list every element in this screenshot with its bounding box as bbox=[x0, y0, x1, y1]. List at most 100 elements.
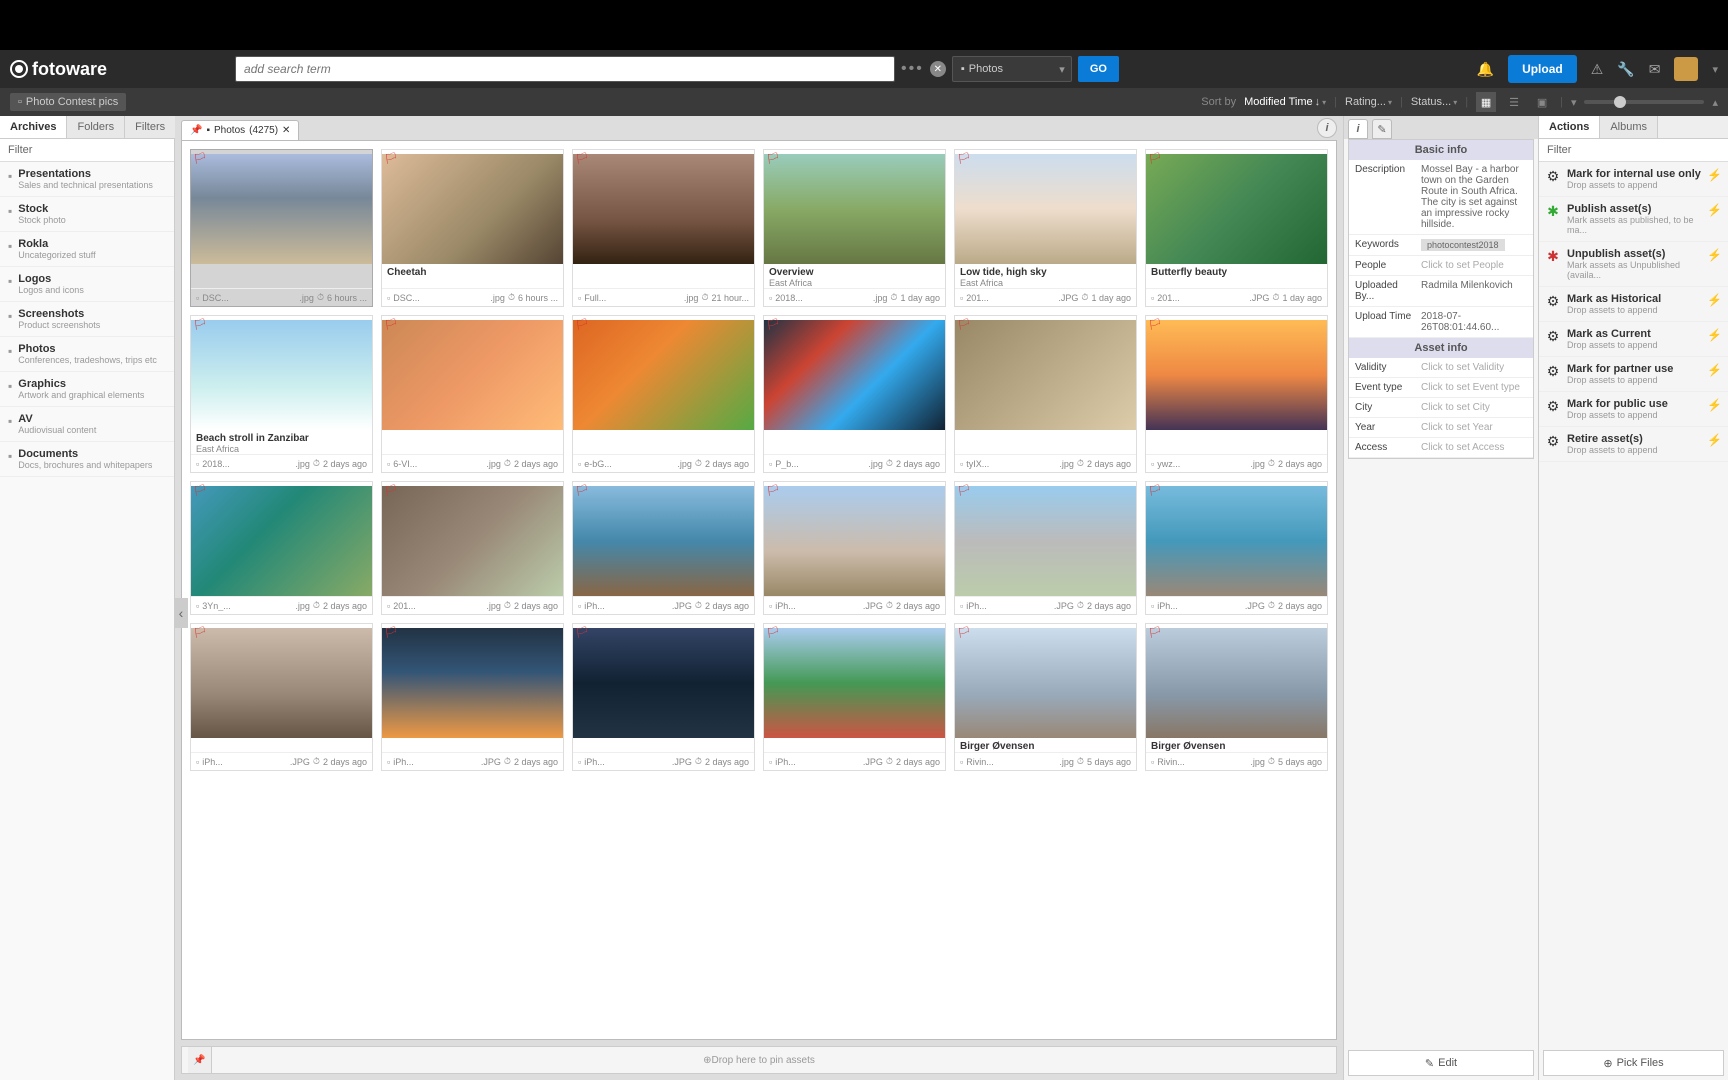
zoom-in-icon[interactable]: ▴ bbox=[1712, 96, 1718, 109]
info-tab-icon[interactable]: i bbox=[1348, 119, 1368, 139]
pin-dropzone[interactable]: 📌 ⊕ Drop here to pin assets bbox=[181, 1046, 1337, 1074]
asset-card[interactable]: 🏳Birger Øvensen▫Rivin....jpg⏱5 days ago bbox=[954, 623, 1137, 771]
help-icon[interactable]: i bbox=[1317, 118, 1337, 138]
clear-search-icon[interactable]: ✕ bbox=[930, 61, 946, 77]
zoom-out-icon[interactable]: ▾ bbox=[1571, 96, 1577, 109]
bolt-icon[interactable]: ⚡ bbox=[1707, 363, 1722, 377]
flag-icon[interactable]: 🏳 bbox=[384, 318, 400, 334]
inbox-icon[interactable]: ✉ bbox=[1649, 61, 1661, 78]
center-tab[interactable]: 📌 ▪ Photos (4275) ✕ bbox=[181, 120, 299, 140]
asset-card[interactable]: 🏳▫201....jpg⏱2 days ago bbox=[381, 481, 564, 615]
asset-card[interactable]: 🏳▫iPh....JPG⏱2 days ago bbox=[190, 623, 373, 771]
large-view-icon[interactable]: ▣ bbox=[1532, 92, 1552, 112]
archive-item[interactable]: ▪StockStock photo bbox=[0, 197, 174, 232]
asset-card[interactable]: 🏳▫iPh....JPG⏱2 days ago bbox=[381, 623, 564, 771]
edit-tab-icon[interactable]: ✎ bbox=[1372, 119, 1392, 139]
filter-input[interactable]: Filter bbox=[0, 139, 174, 162]
flag-icon[interactable]: 🏳 bbox=[575, 318, 591, 334]
wrench-icon[interactable]: 🔧 bbox=[1617, 61, 1634, 78]
flag-icon[interactable]: 🏳 bbox=[193, 318, 209, 334]
bolt-icon[interactable]: ⚡ bbox=[1707, 203, 1722, 217]
alert-icon[interactable]: ⚠ bbox=[1591, 61, 1604, 78]
upload-button[interactable]: Upload bbox=[1508, 55, 1577, 83]
asset-card[interactable]: 🏳▫iPh....JPG⏱2 days ago bbox=[954, 481, 1137, 615]
sort-dropdown[interactable]: Modified Time↓ bbox=[1244, 96, 1326, 108]
flag-icon[interactable]: 🏳 bbox=[384, 152, 400, 168]
bolt-icon[interactable]: ⚡ bbox=[1707, 248, 1722, 262]
asset-card[interactable]: 🏳▫3Yn_....jpg⏱2 days ago bbox=[190, 481, 373, 615]
archive-item[interactable]: ▪AVAudiovisual content bbox=[0, 407, 174, 442]
edit-button[interactable]: ✎ Edit bbox=[1348, 1050, 1534, 1076]
asset-card[interactable]: 🏳▫iPh....JPG⏱2 days ago bbox=[763, 481, 946, 615]
action-item[interactable]: ✱Publish asset(s)Mark assets as publishe… bbox=[1539, 197, 1728, 242]
event-row[interactable]: Event typeClick to set Event type bbox=[1349, 378, 1533, 398]
flag-icon[interactable]: 🏳 bbox=[957, 318, 973, 334]
year-row[interactable]: YearClick to set Year bbox=[1349, 418, 1533, 438]
flag-icon[interactable]: 🏳 bbox=[766, 318, 782, 334]
asset-card[interactable]: 🏳▫iPh....JPG⏱2 days ago bbox=[572, 623, 755, 771]
tab-folders[interactable]: Folders bbox=[67, 116, 125, 138]
asset-card[interactable]: 🏳Beach stroll in ZanzibarEast Africa▫201… bbox=[190, 315, 373, 473]
flag-icon[interactable]: 🏳 bbox=[575, 484, 591, 500]
archive-item[interactable]: ▪LogosLogos and icons bbox=[0, 267, 174, 302]
avatar-chevron-icon[interactable]: ▾ bbox=[1712, 63, 1718, 76]
asset-card[interactable]: 🏳Butterfly beauty▫201....JPG⏱1 day ago bbox=[1145, 149, 1328, 307]
archive-item[interactable]: ▪ScreenshotsProduct screenshots bbox=[0, 302, 174, 337]
flag-icon[interactable]: 🏳 bbox=[957, 626, 973, 642]
people-row[interactable]: People Click to set People bbox=[1349, 256, 1533, 276]
search-input[interactable] bbox=[235, 56, 895, 82]
asset-card[interactable]: 🏳▫Full....jpg⏱21 hour... bbox=[572, 149, 755, 307]
action-item[interactable]: ⚙Mark for internal use onlyDrop assets t… bbox=[1539, 162, 1728, 197]
asset-card[interactable]: 🏳▫iPh....JPG⏱2 days ago bbox=[572, 481, 755, 615]
rating-dropdown[interactable]: Rating... bbox=[1345, 96, 1392, 108]
nav-prev-icon[interactable]: ‹ bbox=[174, 598, 188, 628]
flag-icon[interactable]: 🏳 bbox=[384, 626, 400, 642]
flag-icon[interactable]: 🏳 bbox=[957, 152, 973, 168]
action-item[interactable]: ⚙Retire asset(s)Drop assets to append⚡ bbox=[1539, 427, 1728, 462]
zoom-slider[interactable] bbox=[1584, 100, 1704, 104]
archive-item[interactable]: ▪DocumentsDocs, brochures and whitepaper… bbox=[0, 442, 174, 477]
scope-dropdown[interactable]: ▪ Photos bbox=[952, 56, 1072, 82]
action-item[interactable]: ⚙Mark as CurrentDrop assets to append⚡ bbox=[1539, 322, 1728, 357]
action-item[interactable]: ⚙Mark as HistoricalDrop assets to append… bbox=[1539, 287, 1728, 322]
action-item[interactable]: ✱Unpublish asset(s)Mark assets as Unpubl… bbox=[1539, 242, 1728, 287]
bolt-icon[interactable]: ⚡ bbox=[1707, 398, 1722, 412]
flag-icon[interactable]: 🏳 bbox=[384, 484, 400, 500]
archive-item[interactable]: ▪RoklaUncategorized stuff bbox=[0, 232, 174, 267]
action-item[interactable]: ⚙Mark for public useDrop assets to appen… bbox=[1539, 392, 1728, 427]
flag-icon[interactable]: 🏳 bbox=[766, 484, 782, 500]
archive-item[interactable]: ▪PhotosConferences, tradeshows, trips et… bbox=[0, 337, 174, 372]
flag-icon[interactable]: 🏳 bbox=[957, 484, 973, 500]
tab-archives[interactable]: Archives bbox=[0, 116, 67, 138]
tab-albums[interactable]: Albums bbox=[1600, 116, 1658, 138]
list-view-icon[interactable]: ☰ bbox=[1504, 92, 1524, 112]
flag-icon[interactable]: 🏳 bbox=[1148, 152, 1164, 168]
asset-card[interactable]: 🏳▫DSC....jpg⏱6 hours ... bbox=[190, 149, 373, 307]
city-row[interactable]: CityClick to set City bbox=[1349, 398, 1533, 418]
asset-card[interactable]: 🏳▫P_b....jpg⏱2 days ago bbox=[763, 315, 946, 473]
uploadedby-row[interactable]: Uploaded By... Radmila Milenkovich bbox=[1349, 276, 1533, 307]
flag-icon[interactable]: 🏳 bbox=[1148, 484, 1164, 500]
flag-icon[interactable]: 🏳 bbox=[1148, 626, 1164, 642]
uploadtime-row[interactable]: Upload Time 2018-07-26T08:01:44.60... bbox=[1349, 307, 1533, 338]
asset-card[interactable]: 🏳▫tyIX....jpg⏱2 days ago bbox=[954, 315, 1137, 473]
asset-card[interactable]: 🏳▫e-bG....jpg⏱2 days ago bbox=[572, 315, 755, 473]
avatar[interactable] bbox=[1674, 57, 1698, 81]
tab-actions[interactable]: Actions bbox=[1539, 116, 1600, 138]
access-row[interactable]: AccessClick to set Access bbox=[1349, 438, 1533, 458]
pick-files-button[interactable]: ⊕ Pick Files bbox=[1543, 1050, 1724, 1076]
status-dropdown[interactable]: Status... bbox=[1411, 96, 1457, 108]
bolt-icon[interactable]: ⚡ bbox=[1707, 293, 1722, 307]
close-tab-icon[interactable]: ✕ bbox=[282, 125, 290, 136]
tab-filters[interactable]: Filters bbox=[125, 116, 176, 138]
archive-item[interactable]: ▪GraphicsArtwork and graphical elements bbox=[0, 372, 174, 407]
flag-icon[interactable]: 🏳 bbox=[193, 152, 209, 168]
go-button[interactable]: GO bbox=[1078, 56, 1119, 82]
bolt-icon[interactable]: ⚡ bbox=[1707, 328, 1722, 342]
flag-icon[interactable]: 🏳 bbox=[575, 152, 591, 168]
flag-icon[interactable]: 🏳 bbox=[766, 152, 782, 168]
asset-card[interactable]: 🏳▫ywz....jpg⏱2 days ago bbox=[1145, 315, 1328, 473]
action-item[interactable]: ⚙Mark for partner useDrop assets to appe… bbox=[1539, 357, 1728, 392]
bolt-icon[interactable]: ⚡ bbox=[1707, 433, 1722, 447]
slider-thumb[interactable] bbox=[1614, 96, 1626, 108]
